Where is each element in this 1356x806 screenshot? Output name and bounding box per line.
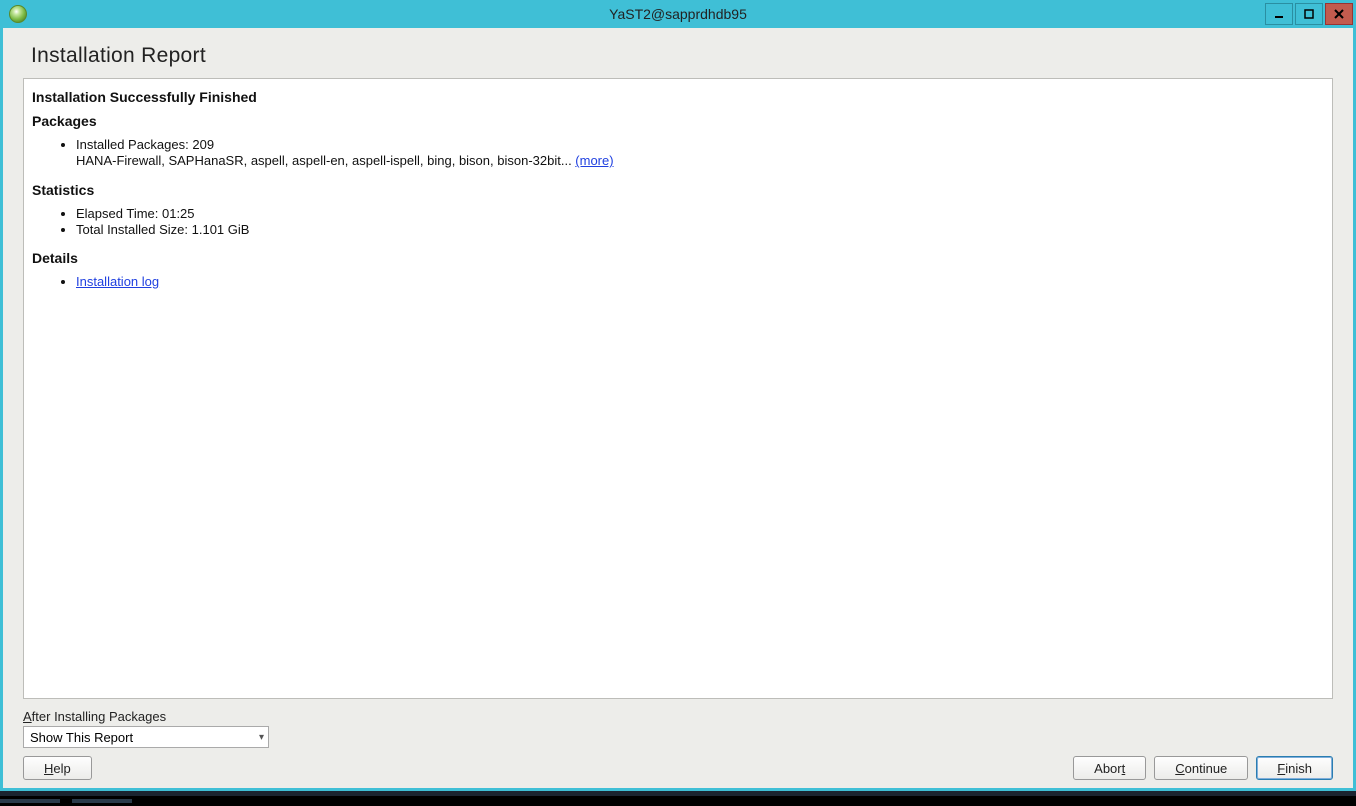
details-list: Installation log bbox=[32, 274, 1324, 290]
titlebar[interactable]: YaST2@sapprdhdb95 bbox=[3, 0, 1353, 28]
close-button[interactable] bbox=[1325, 3, 1353, 25]
page-title: Installation Report bbox=[23, 38, 1333, 78]
window-controls bbox=[1263, 3, 1353, 25]
statistics-heading: Statistics bbox=[32, 182, 1324, 198]
yast-icon bbox=[9, 5, 27, 23]
window-title: YaST2@sapprdhdb95 bbox=[3, 6, 1353, 22]
taskbar-item[interactable] bbox=[0, 799, 60, 803]
more-link[interactable]: (more) bbox=[575, 153, 613, 168]
details-heading: Details bbox=[32, 250, 1324, 266]
after-installing-select[interactable]: Show This Report ▾ bbox=[23, 726, 269, 748]
installed-count: 209 bbox=[192, 137, 214, 152]
packages-list: Installed Packages: 209 HANA-Firewall, S… bbox=[32, 137, 1324, 170]
installed-size-item: Total Installed Size: 1.101 GiB bbox=[76, 222, 1324, 238]
packages-heading: Packages bbox=[32, 113, 1324, 129]
installed-packages-item: Installed Packages: 209 HANA-Firewall, S… bbox=[76, 137, 1324, 170]
content-area: Installation Report Installation Success… bbox=[3, 28, 1353, 788]
taskbar-item[interactable] bbox=[72, 799, 132, 803]
installation-log-link[interactable]: Installation log bbox=[76, 274, 159, 289]
installation-log-item: Installation log bbox=[76, 274, 1324, 290]
installed-prefix: Installed Packages: bbox=[76, 137, 192, 152]
maximize-button[interactable] bbox=[1295, 3, 1323, 25]
button-row: Help Abort Continue Finish bbox=[23, 756, 1333, 780]
continue-button[interactable]: Continue bbox=[1154, 756, 1248, 780]
help-button[interactable]: Help bbox=[23, 756, 92, 780]
statistics-list: Elapsed Time: 01:25 Total Installed Size… bbox=[32, 206, 1324, 239]
taskbar bbox=[0, 791, 1356, 796]
success-heading: Installation Successfully Finished bbox=[32, 89, 1324, 105]
after-installing-selected: Show This Report bbox=[30, 730, 133, 745]
minimize-button[interactable] bbox=[1265, 3, 1293, 25]
elapsed-time-item: Elapsed Time: 01:25 bbox=[76, 206, 1324, 222]
report-panel: Installation Successfully Finished Packa… bbox=[23, 78, 1333, 699]
chevron-down-icon: ▾ bbox=[259, 732, 264, 743]
finish-button[interactable]: Finish bbox=[1256, 756, 1333, 780]
after-installing-label: After Installing Packages bbox=[23, 709, 1333, 724]
package-names: HANA-Firewall, SAPHanaSR, aspell, aspell… bbox=[76, 153, 575, 168]
app-window: YaST2@sapprdhdb95 Installation Report In… bbox=[0, 0, 1356, 791]
abort-button[interactable]: Abort bbox=[1073, 756, 1146, 780]
